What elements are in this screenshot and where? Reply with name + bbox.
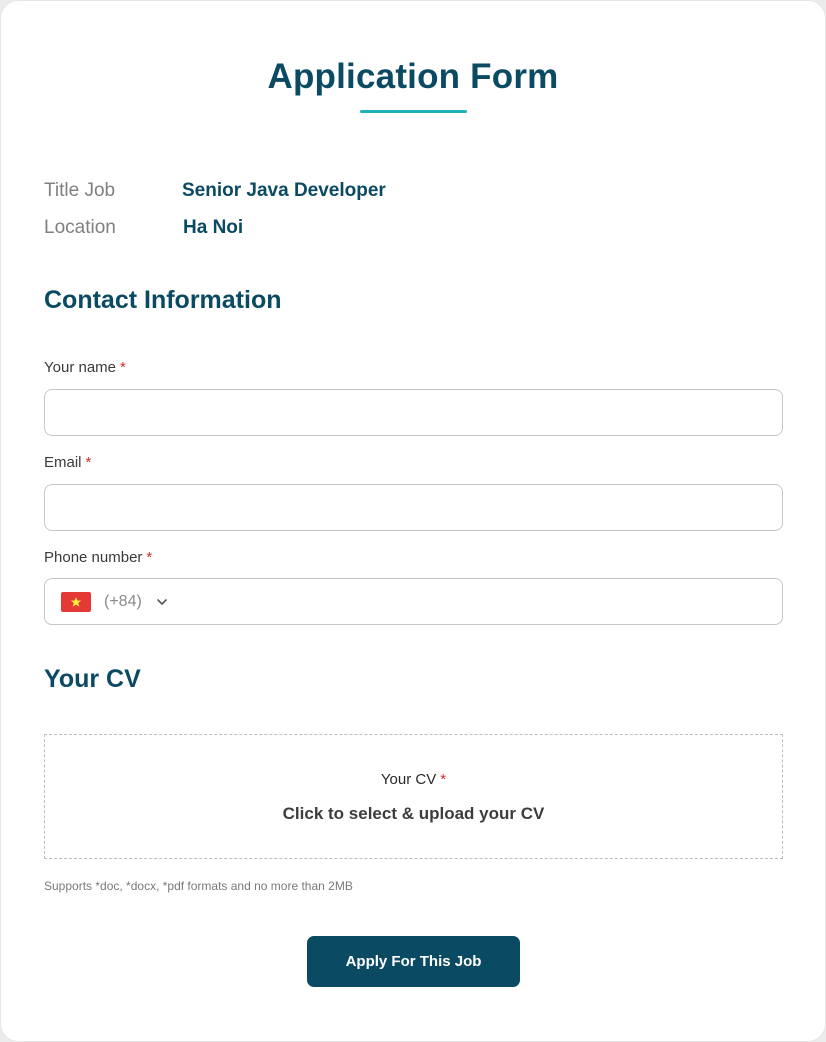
phone-label-text: Phone number	[44, 549, 143, 566]
page-title: Application Form	[267, 57, 559, 96]
email-input[interactable]	[44, 484, 783, 531]
job-title-label: Title Job	[44, 180, 116, 201]
required-marker: *	[85, 454, 92, 471]
application-form-card: Application Form Title Job Senior Java D…	[0, 0, 826, 1042]
location-label: Location	[44, 217, 116, 238]
cv-heading: Your CV	[44, 665, 141, 693]
file-format-hint: Supports *doc, *docx, *pdf formats and n…	[44, 879, 353, 893]
location-value: Ha Noi	[183, 217, 244, 238]
email-label-text: Email	[44, 454, 82, 471]
name-field-label: Your name *	[44, 359, 126, 376]
vietnam-flag-icon	[61, 591, 91, 612]
email-field-label: Email *	[44, 454, 91, 471]
cv-upload-label: Your CV *	[45, 771, 782, 788]
required-marker: *	[120, 359, 126, 376]
name-input[interactable]	[44, 389, 783, 436]
phone-field: (+84)	[44, 578, 783, 626]
chevron-down-icon	[156, 596, 168, 608]
title-underline	[360, 110, 467, 113]
dial-code: (+84)	[104, 592, 142, 610]
contact-info-heading: Contact Information	[44, 286, 282, 314]
country-code-select[interactable]: (+84)	[61, 579, 168, 624]
cv-upload-label-text: Your CV	[380, 771, 437, 788]
phone-field-label: Phone number *	[44, 549, 152, 566]
phone-input[interactable]	[195, 579, 779, 626]
required-marker: *	[146, 549, 153, 566]
name-label-text: Your name	[44, 359, 116, 376]
cv-upload-dropzone[interactable]: Your CV * Click to select & upload your C…	[44, 734, 783, 859]
apply-button[interactable]: Apply For This Job	[307, 936, 520, 987]
required-marker: *	[440, 771, 447, 788]
cv-upload-cta: Click to select & upload your CV	[282, 804, 545, 823]
job-title-value: Senior Java Developer	[182, 180, 386, 201]
